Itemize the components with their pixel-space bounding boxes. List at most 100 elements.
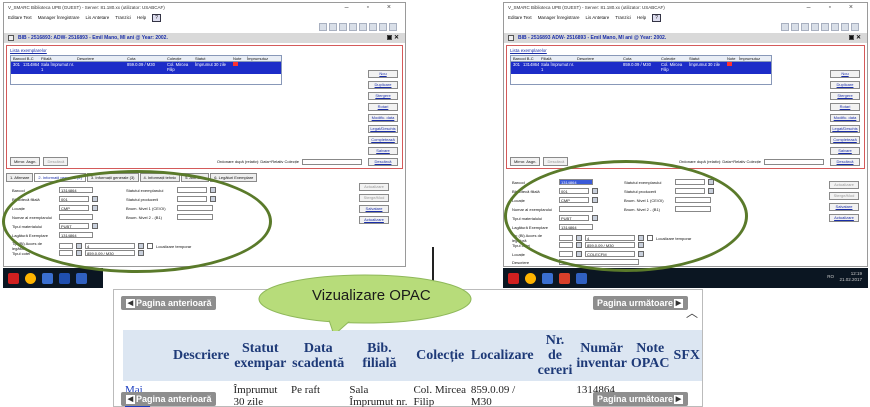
dropdown-icon[interactable] — [592, 197, 598, 203]
process-status-input[interactable] — [675, 188, 705, 194]
call-number-input[interactable]: 859.0.09 / M30 — [585, 242, 635, 248]
temporary-location-checkbox[interactable] — [647, 235, 653, 241]
location-input[interactable]: CMP — [559, 197, 589, 203]
level-1-input[interactable] — [177, 205, 213, 211]
material-type-input[interactable]: PUBT — [59, 223, 89, 229]
call-type-input[interactable] — [59, 250, 73, 256]
app-icon[interactable] — [508, 272, 519, 284]
grid-col-description[interactable]: Descriere — [575, 56, 621, 61]
dropdown-icon[interactable] — [708, 188, 714, 194]
chrome-icon[interactable] — [25, 272, 36, 284]
delete-mod-button[interactable]: Sterge/Mod — [359, 194, 389, 202]
rotate-button[interactable]: Rotari — [830, 103, 860, 111]
item-number-input[interactable] — [559, 206, 593, 212]
doc-menu-icon[interactable] — [508, 35, 514, 41]
new-button[interactable]: Nou — [830, 70, 860, 78]
tab-general-2[interactable]: 2. Informații generale (2) — [34, 173, 86, 182]
access-type-input[interactable] — [559, 235, 573, 241]
location-input[interactable]: CMP — [59, 205, 89, 211]
call-number-input[interactable]: 859.0.09 / M30 — [85, 250, 135, 256]
grid-col-status[interactable]: Statut — [687, 56, 725, 61]
level-2-input[interactable] — [675, 206, 711, 212]
complete-button[interactable]: Completează — [368, 136, 398, 144]
app-icon[interactable] — [542, 272, 553, 284]
dropdown-icon[interactable] — [576, 235, 582, 241]
branch-input[interactable]: 001 — [559, 188, 589, 194]
toolbar-icon[interactable] — [781, 23, 789, 31]
dropdown-icon[interactable] — [210, 196, 216, 202]
table-row[interactable]: 301 1314864 Sala Împrumut nr. 1 859.0.09… — [511, 62, 771, 74]
menu-item-transactions[interactable]: Tranzici — [615, 15, 631, 20]
app-icon[interactable] — [42, 272, 53, 284]
toolbar-icon[interactable] — [349, 23, 357, 31]
download-disabled-button[interactable]: Descărcă — [543, 157, 569, 166]
download-disabled-button[interactable]: Descărcă — [43, 157, 69, 166]
menu-item-help[interactable]: Help — [137, 15, 146, 20]
barcode-input[interactable]: 1314864 — [559, 179, 593, 185]
grid-col-branch[interactable]: Filială — [539, 56, 575, 61]
grid-col-description[interactable]: Descriere — [75, 56, 125, 61]
doc-menu-icon[interactable] — [8, 35, 14, 41]
save-button[interactable]: Salvare — [368, 147, 398, 155]
tab-afirmare[interactable]: 1. Afirmare — [6, 173, 34, 182]
next-page-button-bottom[interactable]: Pagina următoare ▶ — [592, 392, 688, 407]
menu-item-edit[interactable]: Editare Text — [8, 15, 32, 20]
app-icon[interactable] — [76, 272, 87, 284]
help-icon[interactable]: ? — [152, 13, 161, 22]
menu-item-help[interactable]: Help — [637, 15, 646, 20]
toolbar-icon[interactable] — [329, 23, 337, 31]
dropdown-icon[interactable] — [92, 196, 98, 202]
toolbar-icon[interactable] — [831, 23, 839, 31]
call-type-input[interactable] — [559, 242, 573, 248]
menu-item-edit[interactable]: Editare Text — [508, 15, 532, 20]
table-row[interactable]: 301 1314864 Sala Împrumut nr. 1 859.0.09… — [11, 62, 281, 74]
refresh-button[interactable]: Actualizare — [359, 216, 389, 224]
collection-input[interactable]: COLECFM — [585, 251, 635, 257]
dropdown-icon[interactable] — [210, 187, 216, 193]
temporary-location-checkbox[interactable] — [147, 243, 153, 249]
dropdown-icon[interactable] — [638, 251, 644, 257]
grid-col-collection[interactable]: Colecție — [165, 56, 193, 61]
grid-col-branch[interactable]: Filială — [39, 56, 75, 61]
level-2-input[interactable] — [177, 214, 213, 220]
prev-page-button-bottom[interactable]: ◀ Pagina anterioară — [121, 392, 216, 407]
menu-item-list[interactable]: Lis Antetare — [585, 15, 609, 20]
window-controls[interactable]: – ▫ × — [807, 4, 861, 11]
modify-date-button[interactable]: Modific. data — [368, 114, 398, 122]
toolbar-icon[interactable] — [791, 23, 799, 31]
grid-col-call-number[interactable]: Cota — [125, 56, 165, 61]
link-button[interactable]: Legat/Deschis — [368, 125, 398, 133]
tab-general-3[interactable]: 3. Informații generale (3) — [86, 173, 139, 182]
dropdown-icon[interactable] — [76, 250, 82, 256]
dropdown-icon[interactable] — [138, 243, 144, 249]
link-item-input[interactable]: 1314864 — [559, 224, 593, 230]
toolbar-icon[interactable] — [801, 23, 809, 31]
toolbar-icon[interactable] — [359, 23, 367, 31]
toolbar-icon[interactable] — [811, 23, 819, 31]
window-controls[interactable]: – ▫ × — [345, 4, 399, 11]
menu-item-list[interactable]: Lis Antetare — [85, 15, 109, 20]
item-status-input[interactable] — [177, 187, 207, 193]
level-1-input[interactable] — [675, 197, 711, 203]
access-type-input[interactable] — [59, 243, 73, 249]
collection-type-input[interactable] — [559, 251, 573, 257]
dropdown-icon[interactable] — [592, 215, 598, 221]
item-number-input[interactable] — [59, 214, 93, 220]
chrome-icon[interactable] — [525, 272, 536, 284]
grid-col-status[interactable]: Statut — [193, 56, 231, 61]
help-icon[interactable]: ? — [652, 13, 661, 22]
tab-tehnic[interactable]: 4. Informații tehnic — [139, 173, 181, 182]
tab-items-list[interactable]: Lista exemplarelor — [507, 46, 864, 55]
item-status-input[interactable] — [675, 179, 705, 185]
toolbar-icon[interactable] — [389, 23, 397, 31]
doc-close-icon[interactable]: ▣ ✕ — [387, 34, 399, 41]
tab-items-list[interactable]: Lista exemplarelor — [7, 46, 402, 55]
save-button[interactable]: Salvare — [830, 147, 860, 155]
rotate-button[interactable]: Rotari — [368, 103, 398, 111]
update-button[interactable]: Actualizare — [359, 183, 389, 191]
dropdown-icon[interactable] — [638, 242, 644, 248]
menu-item-transactions[interactable]: Tranzici — [115, 15, 131, 20]
link-button[interactable]: Legat/Deschis — [830, 125, 860, 133]
grid-col-call-number[interactable]: Cota — [621, 56, 659, 61]
toolbar-icon[interactable] — [821, 23, 829, 31]
